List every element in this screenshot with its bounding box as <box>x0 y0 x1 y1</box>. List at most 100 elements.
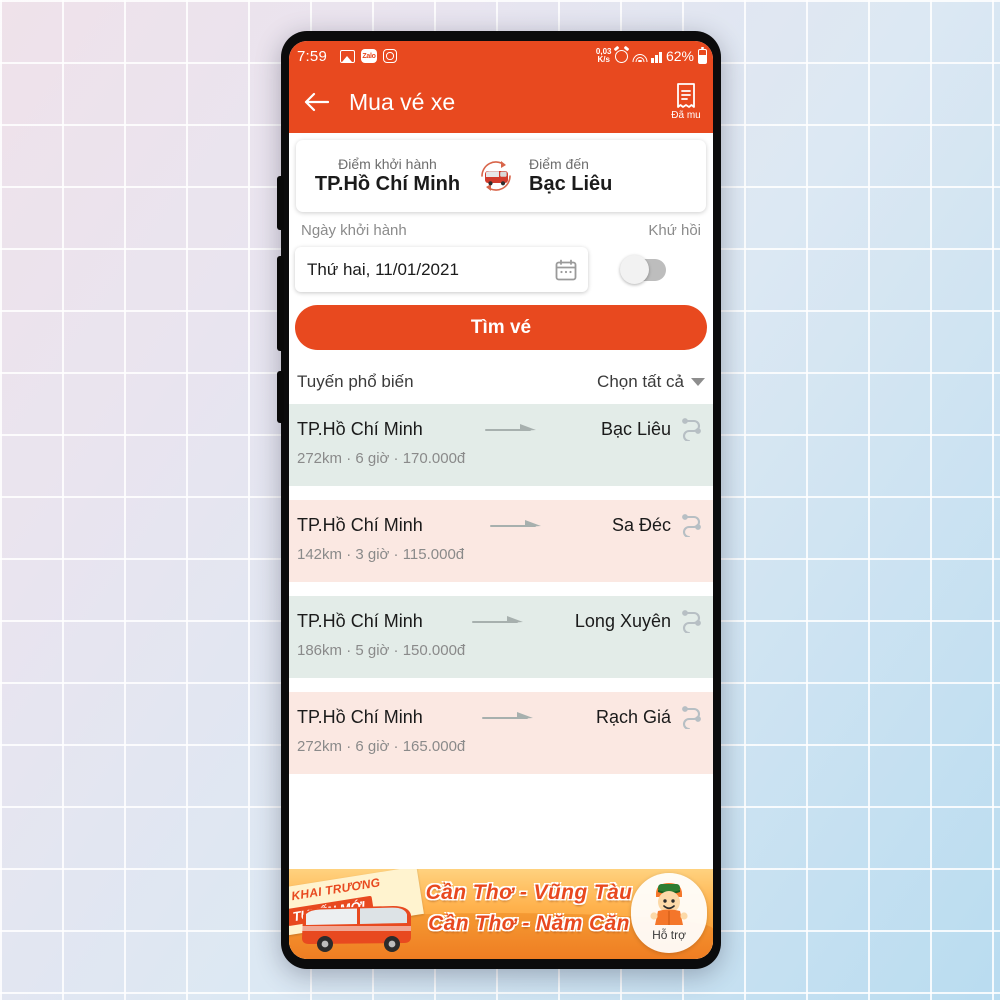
route-arrow <box>423 421 601 437</box>
purchased-tickets-label: Đã mu <box>671 110 701 121</box>
wifi-icon <box>632 50 648 62</box>
network-speed-indicator: 0,03 K/s <box>596 48 612 64</box>
route-path-icon <box>682 514 701 537</box>
battery-icon <box>698 46 707 64</box>
alarm-icon <box>615 49 629 63</box>
back-button[interactable] <box>299 85 333 119</box>
date-section-labels: Ngày khởi hành Khứ hồi <box>295 222 707 239</box>
route-meta: 272km · 6 giờ · 165.000đ <box>297 738 466 755</box>
gallery-icon <box>340 49 355 63</box>
route-path-icon <box>682 706 701 729</box>
status-bar-left: 7:59 Zalo <box>297 48 596 65</box>
trip-location-card: Điểm khởi hành TP.Hồ Chí Minh Điểm đến B… <box>296 140 706 212</box>
network-speed-unit: K/s <box>597 55 610 64</box>
promo-banner[interactable]: KHAI TRƯƠNG TUYẾN MỚI Cần Thơ - Vũng Tàu… <box>289 869 713 959</box>
origin-value: TP.Hồ Chí Minh <box>314 173 461 195</box>
route-direction-arrow-icon <box>471 616 523 623</box>
route-direction-arrow-icon <box>490 520 542 527</box>
route-path-icon <box>682 610 701 633</box>
popular-routes-title: Tuyến phổ biến <box>297 372 414 391</box>
swap-locations-button[interactable] <box>473 153 519 199</box>
route-arrow <box>423 517 612 533</box>
route-row[interactable]: TP.Hồ Chí Minh Long Xuyên 186km · 5 giờ · … <box>289 596 713 678</box>
route-origin: TP.Hồ Chí Minh <box>297 610 423 631</box>
route-meta: 186km · 5 giờ · 150.000đ <box>297 642 466 659</box>
status-bar-right: 0,03 K/s 62% <box>596 46 707 64</box>
status-bar-clock: 7:59 <box>297 47 327 65</box>
route-row-separator <box>289 678 713 692</box>
signal-icon <box>651 50 662 63</box>
route-endpoints: TP.Hồ Chí Minh Sa Đéc <box>297 513 705 537</box>
departure-date-value: Thứ hai, 11/01/2021 <box>307 259 459 279</box>
instagram-icon <box>383 49 397 63</box>
route-endpoints: TP.Hồ Chí Minh Bạc Liêu <box>297 417 705 441</box>
departure-date-label: Ngày khởi hành <box>301 222 407 239</box>
route-row[interactable]: TP.Hồ Chí Minh Sa Đéc 142km · 3 giờ · 115.… <box>289 500 713 582</box>
bus-swap-icon <box>481 161 511 191</box>
chevron-down-icon <box>691 378 705 386</box>
battery-percent-label: 62% <box>665 48 694 64</box>
route-endpoints: TP.Hồ Chí Minh Long Xuyên <box>297 609 705 633</box>
route-destination: Sa Đéc <box>611 514 671 535</box>
route-endpoints: TP.Hồ Chí Minh Rạch Giá <box>297 705 705 729</box>
banner-route-line1: Cần Thơ - Vũng Tàu <box>425 881 633 904</box>
zalo-icon: Zalo <box>361 49 377 63</box>
date-row: Thứ hai, 11/01/2021 <box>295 247 707 292</box>
route-arrow <box>423 709 596 725</box>
destination-field[interactable]: Điểm đến Bạc Liêu <box>519 156 700 196</box>
banner-route-text: Cần Thơ - Vũng Tàu Cần Thơ - Năm Căn <box>413 877 645 939</box>
route-direction-arrow-icon <box>484 424 536 431</box>
origin-field[interactable]: Điểm khởi hành TP.Hồ Chí Minh <box>302 156 473 196</box>
route-meta: 272km · 6 giờ · 170.000đ <box>297 450 466 467</box>
route-origin: TP.Hồ Chí Minh <box>297 418 423 439</box>
route-origin: TP.Hồ Chí Minh <box>297 514 423 535</box>
route-destination: Bạc Liêu <box>600 418 671 439</box>
route-arrow <box>423 613 575 629</box>
phone-side-button-middle[interactable] <box>277 256 284 351</box>
calendar-icon <box>555 259 577 280</box>
route-direction-arrow-icon <box>482 712 534 719</box>
route-detail-button[interactable] <box>679 513 705 537</box>
route-path-icon <box>682 418 701 441</box>
route-destination: Rạch Giá <box>595 706 671 727</box>
route-destination: Long Xuyên <box>574 610 671 631</box>
phone-screen: 7:59 Zalo 0,03 K/s 62% Mua vé xe Đã mu Đ… <box>289 41 713 959</box>
route-row[interactable]: TP.Hồ Chí Minh Bạc Liêu 272km · 6 giờ · 17… <box>289 404 713 486</box>
round-trip-label: Khứ hồi <box>648 222 701 239</box>
route-detail-button[interactable] <box>679 609 705 633</box>
purchased-tickets-button[interactable]: Đã mu <box>663 83 709 121</box>
route-origin: TP.Hồ Chí Minh <box>297 706 423 727</box>
route-meta: 142km · 3 giờ · 115.000đ <box>297 546 465 563</box>
app-bar: Mua vé xe Đã mu <box>289 71 713 133</box>
banner-route-line2: Cần Thơ - Năm Căn <box>428 912 630 935</box>
popular-routes-header: Tuyến phổ biến Chọn tất cả <box>289 350 713 404</box>
support-label: Hỗ trợ <box>652 928 686 942</box>
route-row[interactable]: TP.Hồ Chí Minh Rạch Giá 272km · 6 giờ · 16… <box>289 692 713 774</box>
support-mascot-icon <box>650 883 688 925</box>
phone-side-button-top[interactable] <box>277 176 284 230</box>
date-section: Ngày khởi hành Khứ hồi Thứ hai, 11/01/20… <box>289 212 713 292</box>
search-tickets-button[interactable]: Tìm vé <box>295 305 707 350</box>
departure-date-input[interactable]: Thứ hai, 11/01/2021 <box>295 247 588 292</box>
banner-bus-icon <box>302 906 411 952</box>
route-row-separator <box>289 582 713 596</box>
phone-device-frame: 7:59 Zalo 0,03 K/s 62% Mua vé xe Đã mu Đ… <box>277 31 721 969</box>
route-detail-button[interactable] <box>679 705 705 729</box>
destination-label: Điểm đến <box>529 156 589 172</box>
select-all-label: Chọn tất cả <box>597 372 684 391</box>
app-content: Điểm khởi hành TP.Hồ Chí Minh Điểm đến B… <box>289 133 713 959</box>
support-button[interactable]: Hỗ trợ <box>631 873 707 953</box>
page-title: Mua vé xe <box>349 88 456 115</box>
origin-label: Điểm khởi hành <box>338 156 437 172</box>
receipt-icon <box>677 83 695 108</box>
route-detail-button[interactable] <box>679 417 705 441</box>
select-all-dropdown[interactable]: Chọn tất cả <box>597 372 705 392</box>
popular-routes-list: TP.Hồ Chí Minh Bạc Liêu 272km · 6 giờ · 17… <box>289 404 713 774</box>
status-bar: 7:59 Zalo 0,03 K/s 62% <box>289 41 713 71</box>
phone-side-button-bottom[interactable] <box>277 371 284 423</box>
round-trip-toggle-knob <box>620 254 649 284</box>
round-trip-toggle[interactable] <box>620 254 666 284</box>
route-row-separator <box>289 486 713 500</box>
back-arrow-icon <box>304 92 329 112</box>
destination-value: Bạc Liêu <box>529 173 613 195</box>
